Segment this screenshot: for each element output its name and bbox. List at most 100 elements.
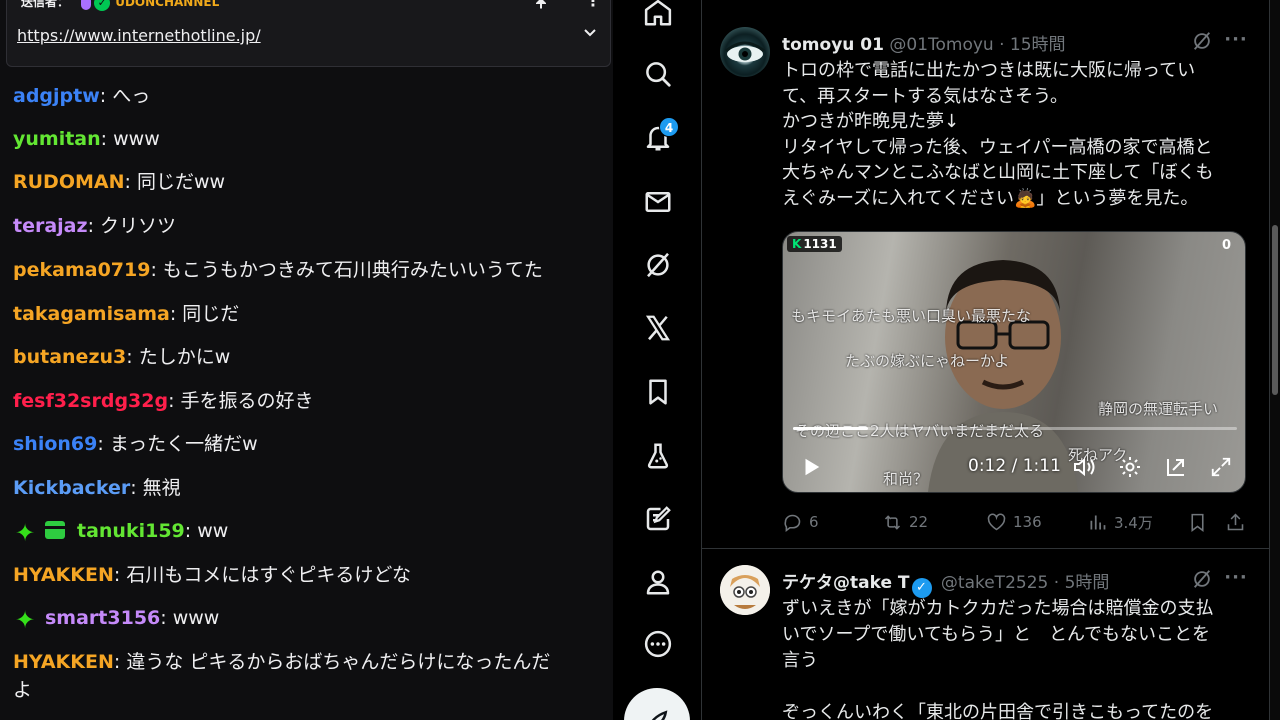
- tweet[interactable]: tomoyu 01 @01Tomoyu · 15時間 ··· トロの枠で電話に出…: [702, 0, 1269, 549]
- chat-username[interactable]: adgjptw: [13, 85, 100, 107]
- nav-profile[interactable]: [637, 561, 679, 603]
- tweet-actions: 6 22 136 3.4万: [782, 510, 1252, 534]
- fullscreen-button[interactable]: [1207, 454, 1235, 480]
- gift-icon: [45, 521, 65, 539]
- author-name[interactable]: テケタ@take T: [782, 573, 910, 593]
- author-handle[interactable]: @01Tomoyu: [889, 35, 993, 55]
- chat-separator: :: [99, 85, 113, 107]
- chat-username[interactable]: Kickbacker: [13, 477, 130, 499]
- views-button[interactable]: 3.4万: [1087, 510, 1153, 534]
- chat-panel: 送信者： ✓ UDONCHANNEL ⋮ https://www.internet…: [0, 0, 613, 720]
- separator-dot: ·: [1053, 573, 1060, 593]
- tweet[interactable]: テケタ@take T ✓ @takeT2525 · 5時間 ··· ずいえきが「嫁…: [702, 549, 1269, 720]
- chat-separator: :: [184, 520, 198, 542]
- volume-icon: [1074, 457, 1095, 477]
- x-premium-icon: [645, 315, 671, 341]
- play-icon: [805, 458, 820, 476]
- grok-icon: [647, 252, 669, 278]
- mute-button[interactable]: [1070, 454, 1098, 480]
- video-corner-count: 0: [1221, 238, 1231, 253]
- bookmark-button[interactable]: [1187, 510, 1214, 534]
- nav-articles[interactable]: [637, 498, 679, 540]
- avatar[interactable]: [720, 27, 770, 77]
- grok-icon[interactable]: [1191, 568, 1213, 590]
- tweet-time[interactable]: 5時間: [1065, 573, 1110, 593]
- grok-icon[interactable]: [1191, 30, 1213, 52]
- chat-username[interactable]: takagamisama: [13, 303, 170, 325]
- tweet-text-line: 大ちゃんマンとこふなばと山岡に土下座して「ぼくも: [782, 162, 1214, 183]
- author-name[interactable]: tomoyu 01: [782, 35, 884, 55]
- repost-button[interactable]: 22: [882, 510, 928, 534]
- reply-icon: [784, 514, 801, 532]
- analytics-icon: [1090, 515, 1106, 529]
- like-count: 136: [1013, 513, 1042, 531]
- views-badge: K 1131: [787, 236, 842, 252]
- nav-more[interactable]: [637, 623, 679, 665]
- chat-text: 無視: [142, 477, 181, 499]
- chat-text: まったく一緒だw: [109, 433, 258, 455]
- chat-text: へっ: [112, 85, 151, 107]
- avatar[interactable]: [720, 565, 770, 615]
- share-button[interactable]: [1225, 510, 1252, 534]
- video-player[interactable]: K 1131 0 もキモイあたも悪い口臭い最悪たな たぶの嫁ぶにゃねーかよ 静岡の…: [782, 231, 1246, 493]
- sparkle-icon: ✦: [14, 606, 36, 634]
- reply-button[interactable]: 6: [782, 510, 819, 534]
- tweet-text-line: [782, 674, 1252, 700]
- chat-username[interactable]: yumitan: [13, 128, 101, 150]
- sparkle-icon: ✦: [14, 519, 36, 547]
- chat-username[interactable]: HYAKKEN: [13, 651, 114, 673]
- more-options-icon[interactable]: ···: [1224, 31, 1248, 54]
- nav-messages[interactable]: [637, 181, 679, 223]
- chat-username[interactable]: terajaz: [13, 215, 88, 237]
- chat-username[interactable]: smart3156: [45, 607, 160, 629]
- chat-text: www: [113, 128, 160, 150]
- scrollbar-thumb[interactable]: [1272, 225, 1278, 395]
- verified-badge-icon: ✓: [911, 578, 932, 598]
- nav-bookmarks[interactable]: [637, 371, 679, 413]
- compose-post-button[interactable]: [624, 688, 690, 720]
- chat-username[interactable]: pekama0719: [13, 259, 150, 281]
- chat-username[interactable]: HYAKKEN: [13, 564, 114, 586]
- search-icon: [646, 62, 671, 87]
- separator-dot: ·: [999, 35, 1005, 55]
- nav-notifications[interactable]: 4: [637, 117, 679, 159]
- nav-premium[interactable]: [637, 307, 679, 349]
- pinned-sender: 送信者： ✓ UDONCHANNEL: [21, 0, 219, 11]
- tweet-time[interactable]: 15時間: [1010, 35, 1066, 55]
- video-overlay-text: もキモイあたも悪い口臭い最悪たな: [791, 307, 1032, 325]
- chat-username[interactable]: tanuki159: [77, 520, 185, 542]
- chat-message: ✦ tanuki159: ww: [13, 517, 228, 545]
- chat-text: たしかにw: [138, 346, 231, 368]
- pinned-link[interactable]: https://www.internethotline.jp/: [17, 26, 261, 45]
- chat-username[interactable]: fesf32srdg32g: [13, 390, 168, 412]
- messages-icon: [645, 192, 671, 212]
- kebab-menu-icon[interactable]: ⋮: [585, 0, 601, 11]
- chat-message: shion69: まったく一緒だw: [13, 430, 258, 458]
- nav-home[interactable]: [637, 0, 679, 34]
- chat-text: もこうもかつきみて石川典行みたいいうてた: [162, 259, 543, 281]
- pin-icon[interactable]: [534, 0, 548, 9]
- like-button[interactable]: 136: [986, 510, 1042, 534]
- chat-separator: :: [130, 477, 143, 499]
- picture-in-picture-icon: [1167, 459, 1184, 476]
- settings-button[interactable]: [1116, 454, 1144, 480]
- nav-labs[interactable]: [637, 435, 679, 477]
- play-button[interactable]: [797, 454, 825, 480]
- pip-button[interactable]: [1162, 454, 1190, 480]
- scrollbar[interactable]: [1270, 0, 1280, 720]
- more-options-icon[interactable]: ···: [1224, 569, 1248, 592]
- chat-text: 同じだww: [136, 171, 226, 193]
- video-progress-bar[interactable]: [793, 427, 1237, 430]
- video-progress-fill: [793, 427, 869, 430]
- x-sidebar-nav: 4: [614, 0, 702, 720]
- tweet-text-line: て、再スタートする気はなさそう。: [782, 85, 1069, 107]
- chat-username[interactable]: RUDOMAN: [13, 171, 125, 193]
- chevron-down-icon[interactable]: [581, 26, 599, 44]
- bookmarks-icon: [649, 379, 667, 405]
- chat-username[interactable]: shion69: [13, 433, 97, 455]
- nav-search[interactable]: [637, 53, 679, 95]
- chat-text: 石川もコメにはすぐピキるけどな: [126, 564, 411, 586]
- author-handle[interactable]: @takeT2525: [941, 573, 1048, 593]
- chat-username[interactable]: butanezu3: [13, 346, 126, 368]
- nav-grok[interactable]: [637, 244, 679, 286]
